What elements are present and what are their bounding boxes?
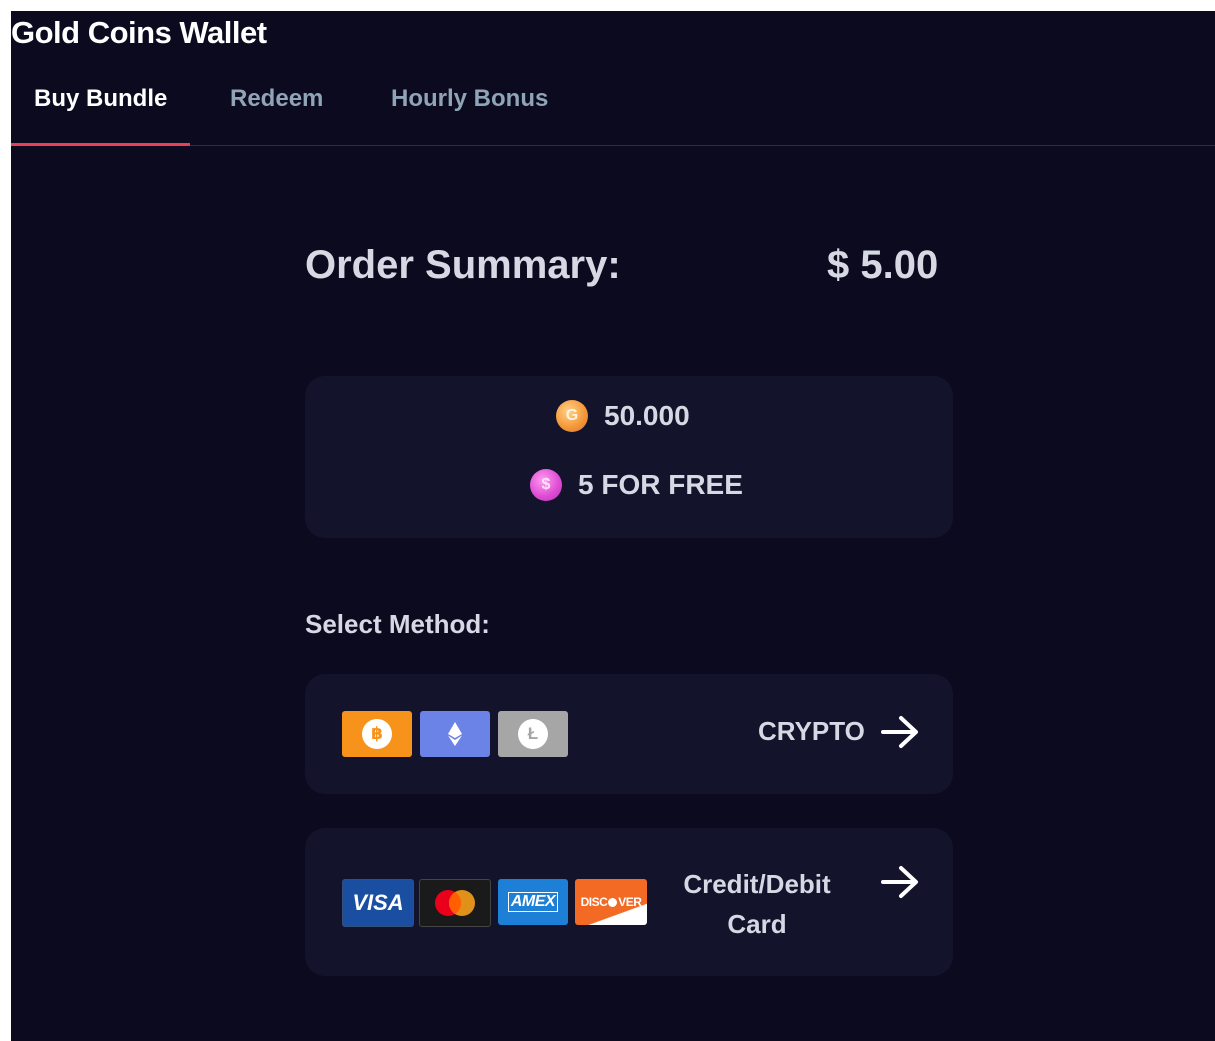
bundle-summary-card: G 50.000 $ 5 FOR FREE: [305, 376, 953, 538]
visa-text: VISA: [352, 890, 404, 915]
order-summary-amount: $ 5.00: [827, 243, 939, 287]
mastercard-icon: [419, 879, 491, 927]
discover-text-end: VER: [618, 895, 642, 909]
gold-coin-icon: G: [556, 400, 588, 432]
bonus-coins-row: $ 5 FOR FREE: [530, 469, 743, 501]
card-label: Credit/Debit Card: [671, 864, 843, 944]
card-label-line1: Credit/Debit: [683, 869, 831, 899]
arrow-right-icon: [881, 866, 918, 898]
card-method-button[interactable]: VISA AMEX DISC VER Credit/Debit Card: [305, 828, 953, 976]
bitcoin-icon: ฿: [342, 711, 412, 757]
tab-redeem[interactable]: Redeem: [230, 71, 323, 145]
amex-text: AMEX: [507, 892, 559, 912]
gold-coins-amount: 50.000: [604, 400, 690, 431]
litecoin-icon: Ł: [498, 711, 568, 757]
active-tab-indicator: [11, 143, 190, 146]
tab-redeem-label: Redeem: [230, 85, 324, 112]
visa-icon: VISA: [342, 879, 414, 927]
gold-coins-row: G 50.000: [556, 400, 690, 432]
crypto-label: CRYPTO: [758, 716, 865, 746]
page-title: Gold Coins Wallet: [11, 15, 267, 50]
tab-hourly-bonus-label: Hourly Bonus: [391, 85, 549, 112]
arrow-right-icon: [881, 716, 918, 748]
tab-buy-bundle-label: Buy Bundle: [34, 85, 168, 112]
card-label-line2: Card: [727, 909, 787, 939]
sweeps-coin-icon: $: [530, 469, 562, 501]
order-summary-label: Order Summary:: [305, 243, 621, 287]
tab-hourly-bonus[interactable]: Hourly Bonus: [391, 71, 548, 145]
wallet-panel: Gold Coins Wallet Buy Bundle Redeem Hour…: [11, 11, 1215, 1041]
ethereum-icon: [420, 711, 490, 757]
discover-icon: DISC VER: [575, 879, 647, 925]
amex-icon: AMEX: [498, 879, 568, 925]
tab-buy-bundle[interactable]: Buy Bundle: [11, 71, 190, 146]
crypto-method-button[interactable]: ฿ Ł CRYPTO: [305, 674, 953, 794]
discover-text-start: DISC: [580, 895, 608, 909]
bonus-coins-text: 5 FOR FREE: [578, 469, 743, 500]
tab-bar: Buy Bundle Redeem Hourly Bonus: [11, 71, 1215, 146]
select-method-label: Select Method:: [305, 609, 490, 639]
